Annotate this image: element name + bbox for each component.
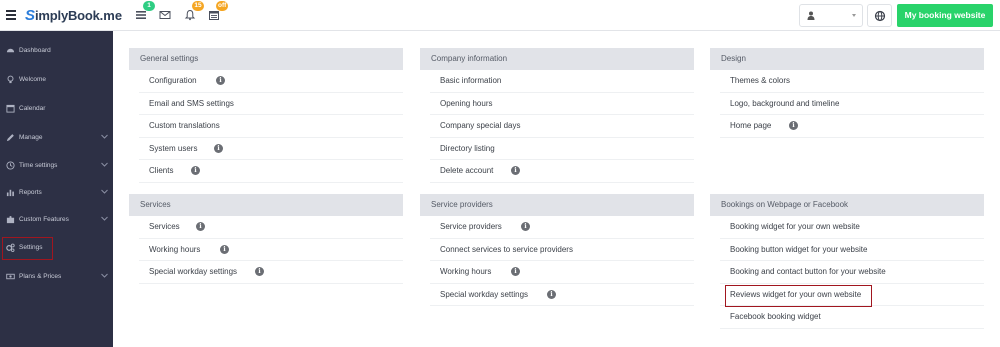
info-icon[interactable]: i [196,222,205,231]
panel-title: General settings [129,48,403,70]
lightbulb-icon [7,75,14,84]
panel-design: Design Themes & colors Logo, background … [710,48,984,138]
chevron-down-icon [101,134,108,139]
panel-title: Company information [420,48,694,70]
chevron-down-icon [101,189,108,194]
chevron-down-icon [101,162,108,167]
panel-title: Service providers [420,194,694,216]
notifications-badge: 15 [192,1,204,11]
calendar-icon [6,104,15,113]
panel-services: Services Services i Working hours i Spec… [129,194,403,284]
settings-link-booking-button-widget[interactable]: Booking button widget for your website [720,239,984,262]
sidebar-item-dashboard[interactable]: Dashboard [0,41,113,61]
messages-button[interactable] [159,8,173,22]
sidebar-item-reports[interactable]: Reports [0,183,113,203]
simplybook-logo[interactable]: S implyBook .me [25,6,122,24]
info-icon[interactable]: i [511,267,520,277]
settings-link-home-page[interactable]: Home page i [720,115,984,138]
user-icon [807,11,815,20]
settings-link-custom-translations[interactable]: Custom translations [139,115,403,138]
settings-link-special-workday[interactable]: Special workday settings i [139,261,403,284]
settings-link-opening-hours[interactable]: Opening hours [430,93,694,116]
settings-link-directory-listing[interactable]: Directory listing [430,138,694,161]
settings-link-configuration[interactable]: Configuration i [139,70,403,93]
settings-link-email-sms[interactable]: Email and SMS settings [139,93,403,116]
info-icon[interactable]: i [191,166,200,176]
tasks-badge: 1 [143,1,155,11]
chevron-down-icon [101,273,108,278]
top-bar: S implyBook .me 1 15 off My booking webs… [0,0,1000,31]
settings-link-basic-information[interactable]: Basic information [430,70,694,93]
settings-link-company-special-days[interactable]: Company special days [430,115,694,138]
globe-icon [874,10,886,22]
settings-link-themes-colors[interactable]: Themes & colors [720,70,984,93]
calendar-sync-button[interactable]: off [208,1,229,22]
panel-bookings-webpage-facebook: Bookings on Webpage or Facebook Booking … [710,194,984,329]
info-icon[interactable]: i [521,222,530,231]
settings-link-logo-background[interactable]: Logo, background and timeline [720,93,984,116]
my-booking-website-button[interactable]: My booking website [897,4,993,27]
sidebar-item-plans-prices[interactable]: Plans & Prices [0,267,113,287]
panel-company-information: Company information Basic information Op… [420,48,694,183]
reviews-widget-highlight-box [725,285,872,307]
settings-link-provider-working-hours[interactable]: Working hours i [430,261,694,284]
settings-link-provider-special-workday[interactable]: Special workday settings i [430,284,694,307]
settings-link-delete-account[interactable]: Delete account i [430,160,694,183]
panel-title: Design [710,48,984,70]
info-icon[interactable]: i [214,143,223,153]
info-icon[interactable]: i [789,121,798,131]
chevron-down-icon [101,216,108,221]
settings-link-working-hours[interactable]: Working hours i [139,239,403,262]
info-icon[interactable]: i [255,267,264,277]
puzzle-icon [6,216,15,224]
calendar-badge: off [216,1,229,11]
sidebar-item-time-settings[interactable]: Time settings [0,156,113,176]
settings-link-clients[interactable]: Clients i [139,160,403,183]
hamburger-menu-icon[interactable] [6,10,16,20]
bar-chart-icon [6,189,14,197]
panel-title: Bookings on Webpage or Facebook [710,194,984,216]
panel-general-settings: General settings Configuration i Email a… [129,48,403,183]
money-icon [6,273,15,280]
info-icon[interactable]: i [220,244,229,254]
sidebar-item-custom-features[interactable]: Custom Features [0,210,113,230]
settings-highlight-box [2,237,53,260]
info-icon[interactable]: i [216,76,225,85]
notifications-button[interactable]: 15 [184,1,204,22]
settings-link-facebook-booking-widget[interactable]: Facebook booking widget [720,306,984,329]
sidebar-item-calendar[interactable]: Calendar [0,99,113,119]
info-icon[interactable]: i [547,289,556,299]
settings-link-booking-widget[interactable]: Booking widget for your own website [720,216,984,239]
pencil-icon [6,134,14,142]
settings-link-booking-contact-button[interactable]: Booking and contact button for your webs… [720,261,984,284]
panel-title: Services [129,194,403,216]
settings-link-service-providers[interactable]: Service providers i [430,216,694,239]
language-button[interactable] [867,4,892,27]
clock-icon [6,161,15,170]
settings-link-system-users[interactable]: System users i [139,138,403,161]
user-menu-dropdown[interactable] [799,4,863,27]
tasks-button[interactable]: 1 [135,1,155,22]
settings-link-services[interactable]: Services i [139,216,403,239]
envelope-icon [159,11,171,19]
list-icon [136,11,146,19]
panel-service-providers: Service providers Service providers i Co… [420,194,694,307]
info-icon[interactable]: i [511,166,520,176]
sidebar: Dashboard Welcome Calendar Manage Time s… [0,31,113,347]
chevron-down-icon [852,14,856,17]
dashboard-icon [6,48,15,53]
bell-icon [184,9,196,21]
sidebar-item-manage[interactable]: Manage [0,128,113,148]
settings-link-connect-services[interactable]: Connect services to service providers [430,239,694,262]
calendar-icon [209,11,219,20]
sidebar-item-welcome[interactable]: Welcome [0,70,113,90]
